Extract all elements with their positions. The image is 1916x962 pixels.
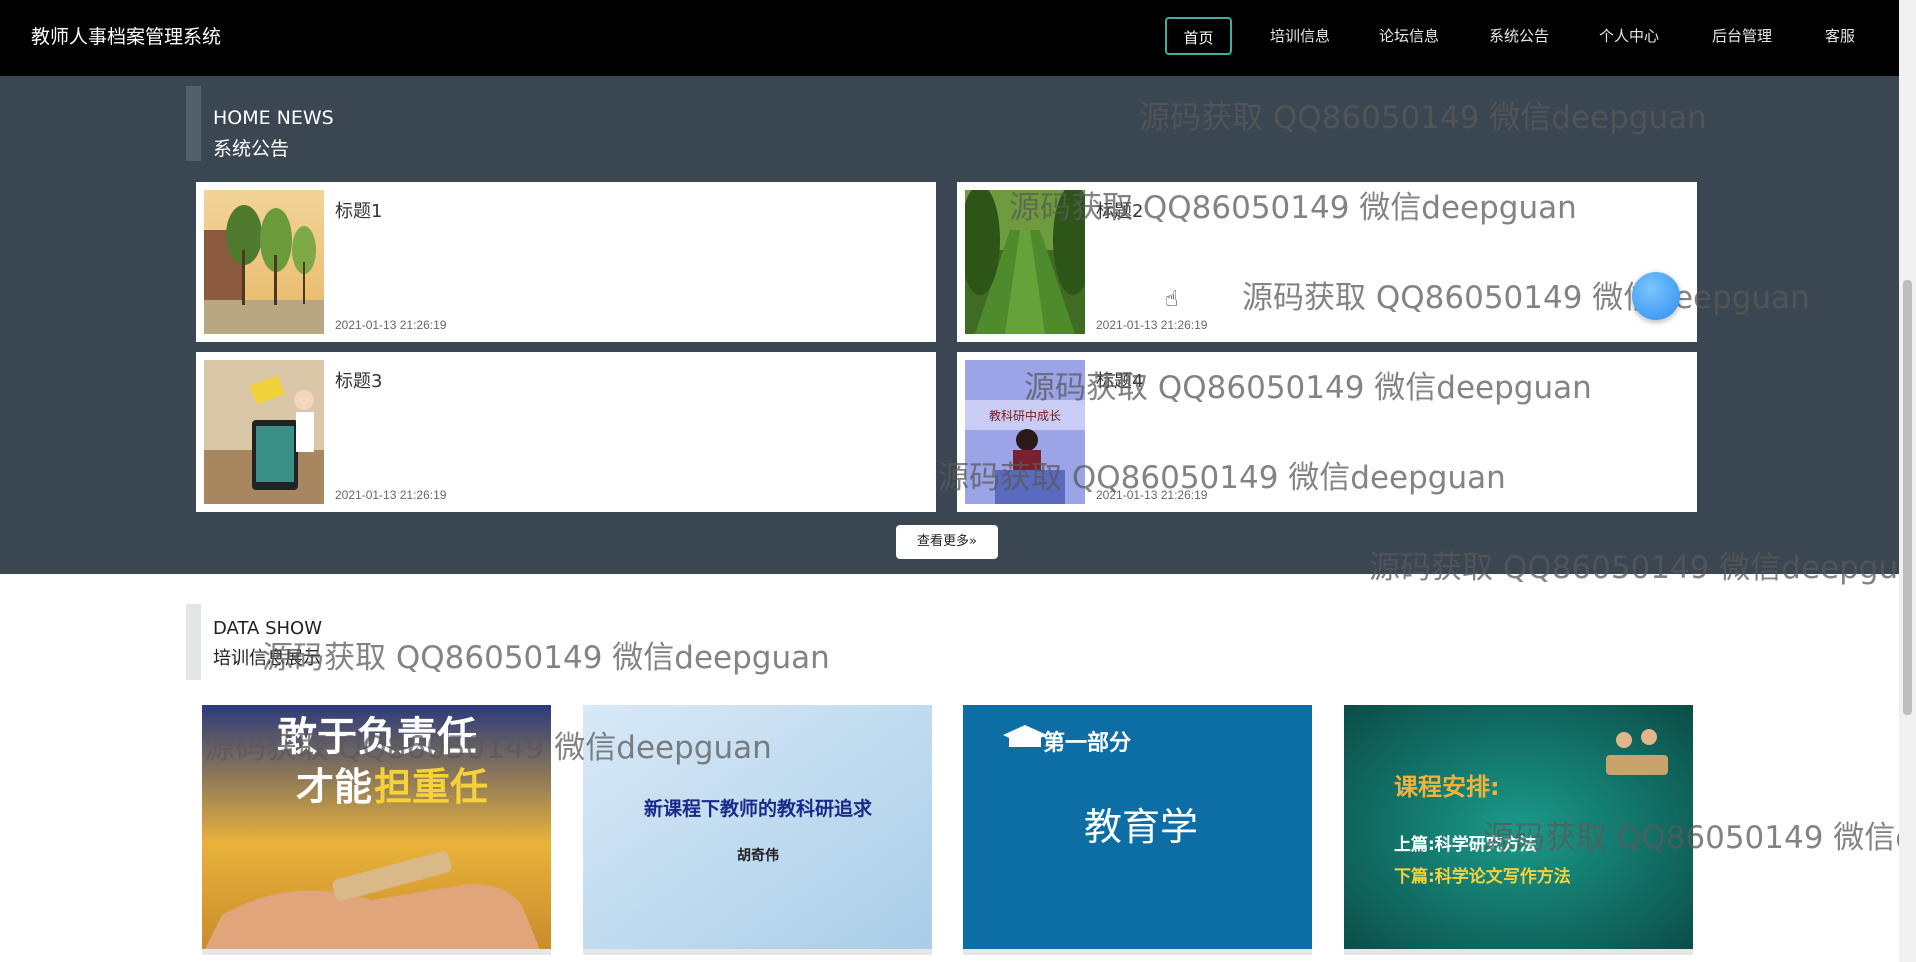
thumb-banner-text: 教科研中成长 — [989, 408, 1061, 423]
training-card[interactable]: 新课程下教师的教科研追求 胡奇伟 — [583, 705, 932, 955]
card-caption-bar — [963, 949, 1312, 955]
card-headline: 课程安排: — [1394, 773, 1500, 801]
nav-item-forum[interactable]: 论坛信息 — [1371, 17, 1447, 55]
page-scrollbar[interactable] — [1899, 0, 1916, 962]
nav-item-home[interactable]: 首页 — [1165, 17, 1232, 55]
news-title[interactable]: 标题2 — [1096, 197, 1143, 223]
card-section-label: 第一部分 — [1043, 730, 1131, 756]
news-header-en: HOME NEWS — [213, 107, 334, 129]
card-headline: 教育学 — [1084, 805, 1198, 849]
nav-item-personal-center[interactable]: 个人中心 — [1591, 17, 1667, 55]
news-date: 2021-01-13 21:26:19 — [335, 318, 447, 332]
training-card[interactable]: 敢于负责任 才能 担重任 — [202, 705, 551, 955]
card-caption-bar — [1344, 949, 1693, 955]
card-headline-part: 才能 — [296, 765, 372, 809]
news-card[interactable]: 标题3 2021-01-13 21:26:19 — [196, 352, 936, 512]
news-date: 2021-01-13 21:26:19 — [335, 488, 447, 502]
card-caption-bar — [583, 949, 932, 955]
header-accent-bar — [186, 604, 201, 680]
news-date: 2021-01-13 21:26:19 — [1096, 318, 1208, 332]
show-header-cn: 培训信息展示 — [213, 648, 321, 669]
news-thumbnail[interactable] — [965, 190, 1085, 334]
news-date: 2021-01-13 21:26:19 — [1096, 488, 1208, 502]
card-caption-bar — [202, 949, 551, 955]
nav-item-training[interactable]: 培训信息 — [1262, 17, 1338, 55]
card-author: 胡奇伟 — [737, 847, 779, 864]
view-more-button[interactable]: 查看更多» — [896, 525, 998, 559]
news-thumbnail[interactable] — [204, 360, 324, 504]
watermark-text: 源码获取 QQ86050149 微信deepguan — [262, 640, 830, 676]
card-headline: 新课程下教师的教科研追求 — [644, 797, 873, 820]
training-card[interactable]: 第一部分 教育学 — [963, 705, 1312, 955]
card-headline-part: 担重任 — [374, 765, 488, 809]
card-line: 下篇:科学论文写作方法 — [1394, 866, 1571, 887]
card-line: 上篇:科学研究方法 — [1394, 834, 1537, 855]
nav-item-support[interactable]: 客服 — [1818, 17, 1862, 55]
nav-item-announcements[interactable]: 系统公告 — [1481, 17, 1557, 55]
news-title[interactable]: 标题1 — [335, 197, 382, 223]
news-card[interactable]: 标题2 2021-01-13 21:26:19 — [957, 182, 1697, 342]
news-title[interactable]: 标题3 — [335, 367, 382, 393]
news-card[interactable]: 教科研中成长 标题4 2021-01-13 21:26:19 — [957, 352, 1697, 512]
chat-float-button[interactable] — [1632, 272, 1680, 320]
nav-item-admin[interactable]: 后台管理 — [1704, 17, 1780, 55]
news-thumbnail[interactable] — [204, 190, 324, 334]
show-header-en: DATA SHOW — [213, 618, 323, 639]
header-accent-bar — [186, 86, 201, 161]
training-card[interactable]: 课程安排: 上篇:科学研究方法 下篇:科学论文写作方法 — [1344, 705, 1693, 955]
card-headline: 敢于负责任 — [277, 714, 477, 760]
news-title[interactable]: 标题4 — [1096, 367, 1143, 393]
news-header-cn: 系统公告 — [213, 138, 290, 160]
scrollbar-thumb[interactable] — [1903, 280, 1912, 715]
news-card[interactable]: 标题1 2021-01-13 21:26:19 — [196, 182, 936, 342]
hand-cursor-icon: ☝ — [1165, 287, 1179, 312]
news-thumbnail[interactable]: 教科研中成长 — [965, 360, 1085, 504]
site-title[interactable]: 教师人事档案管理系统 — [31, 22, 221, 49]
top-navbar: 教师人事档案管理系统 首页 培训信息 论坛信息 系统公告 个人中心 后台管理 客… — [0, 0, 1916, 76]
